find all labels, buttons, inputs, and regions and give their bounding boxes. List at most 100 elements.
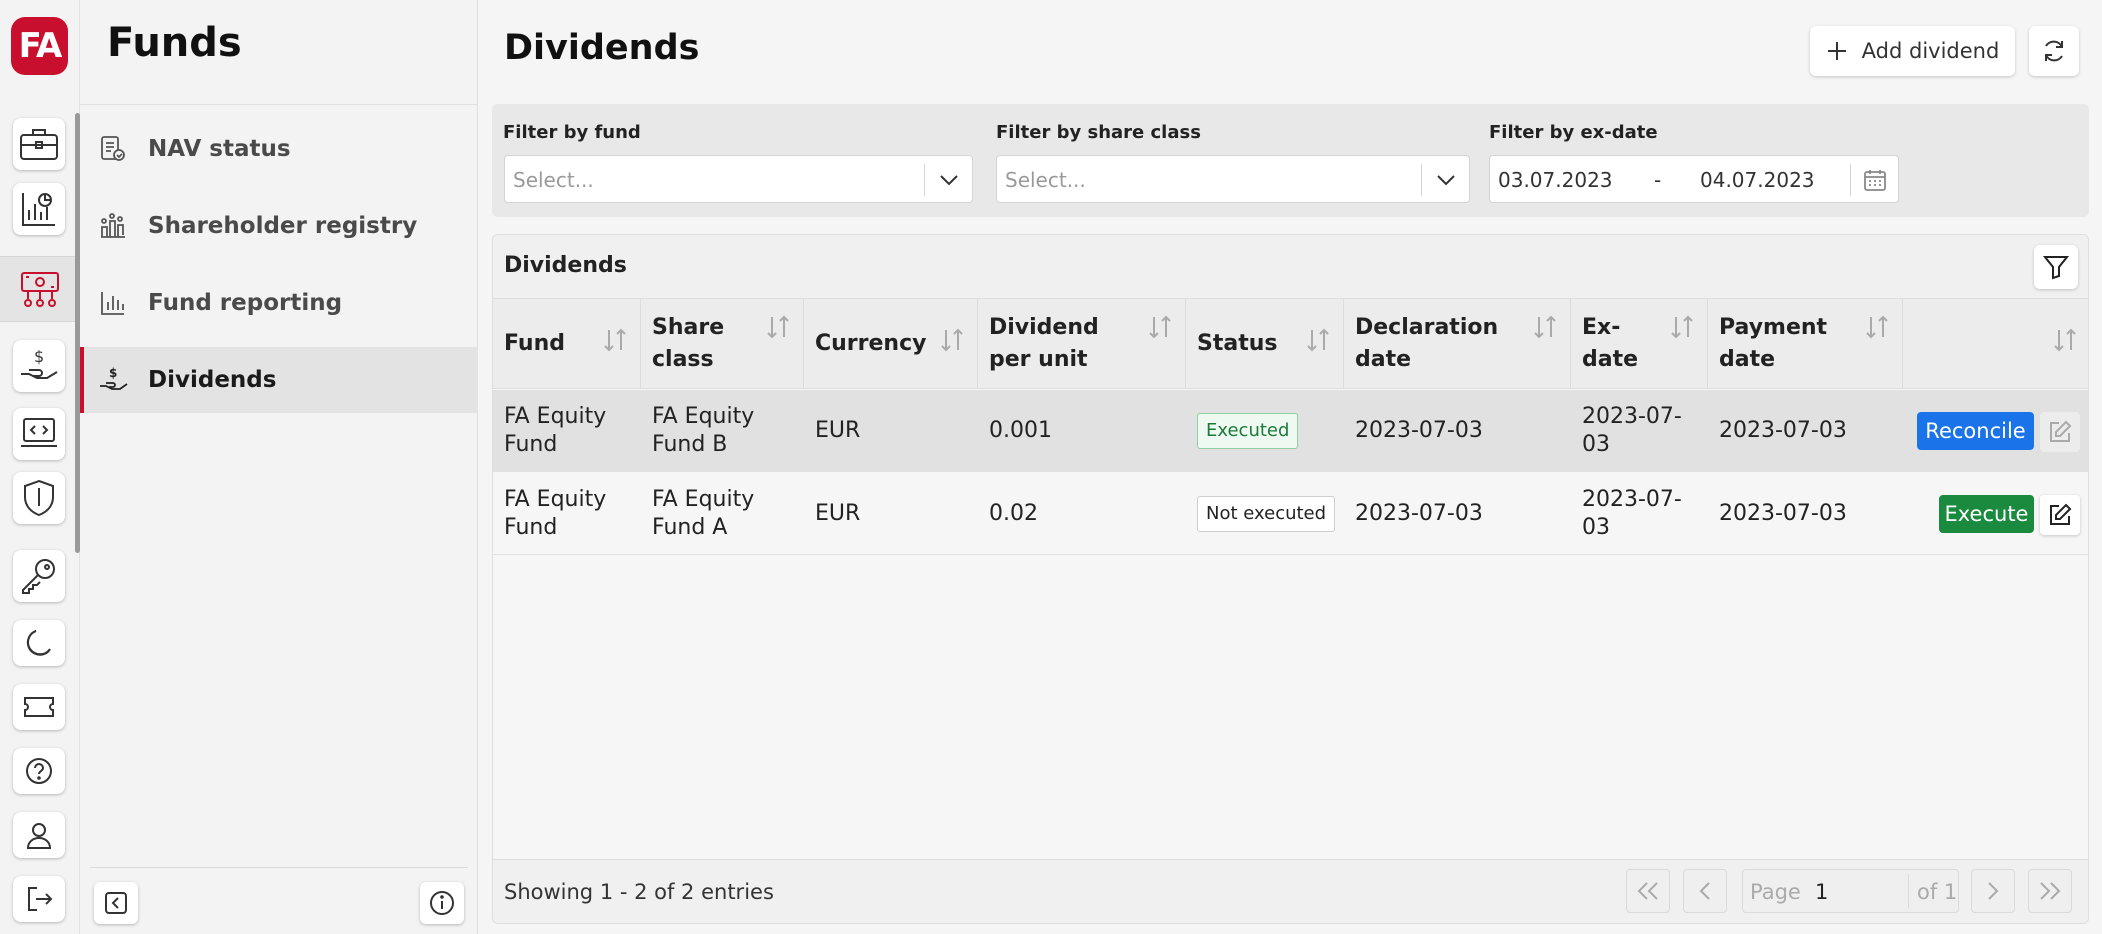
column-header-share-class[interactable]: Share class [641, 299, 804, 389]
sort-icon[interactable] [602, 328, 628, 362]
calendar-icon[interactable] [1850, 164, 1898, 196]
main-content: Dividends Add dividend Filter by fund Se… [478, 0, 2102, 934]
sort-icon[interactable] [765, 315, 791, 349]
edit-button[interactable] [2040, 412, 2080, 452]
share-class-filter-select[interactable]: Select... [996, 155, 1470, 203]
next-page-button[interactable] [1971, 869, 2015, 913]
cell-text: FA Equity [504, 404, 607, 429]
sort-icon[interactable] [939, 328, 965, 362]
cell-status: Not executed [1186, 473, 1344, 555]
sidebar-item-fund-reporting[interactable]: Fund reporting [80, 270, 478, 336]
entries-summary: Showing 1 - 2 of 2 entries [504, 880, 774, 904]
collapse-icon [105, 892, 127, 914]
cell-dividend-per-unit: 0.001 [989, 418, 1052, 443]
sort-icon[interactable] [2052, 328, 2078, 362]
execute-button[interactable]: Execute [1939, 495, 2034, 533]
first-page-button[interactable] [1626, 869, 1670, 913]
edit-icon [2050, 420, 2072, 442]
rail-profile-button[interactable] [13, 812, 65, 858]
rail-security-button[interactable] [13, 472, 65, 524]
column-header-actions[interactable] [1903, 299, 2088, 389]
add-dividend-button[interactable]: Add dividend [1810, 26, 2015, 76]
cell-text: Fund A [652, 515, 728, 540]
page-title: Dividends [504, 28, 700, 68]
refresh-icon [2045, 40, 2063, 62]
table-head: Fund Share class Currency Dividend per u… [493, 299, 2088, 389]
filter-icon [2043, 256, 2069, 280]
nav-status-icon [98, 134, 128, 164]
double-chevron-left-icon [1637, 882, 1658, 900]
edit-button[interactable] [2040, 495, 2080, 535]
rail-tickets-button[interactable] [13, 684, 65, 730]
sidebar-item-dividends[interactable]: $ Dividends [80, 347, 478, 413]
column-label: Status [1197, 331, 1278, 356]
ex-date-separator: - [1654, 168, 1662, 192]
chevron-down-icon[interactable] [924, 164, 972, 196]
column-header-dividend-per-unit[interactable]: Dividend per unit [978, 299, 1186, 389]
refresh-button[interactable] [2029, 26, 2079, 76]
column-header-ex-date[interactable]: Ex- date [1571, 299, 1708, 389]
sidebar-footer-divider [90, 867, 468, 868]
sidebar-item-shareholder-registry[interactable]: Shareholder registry [80, 193, 478, 259]
sort-icon[interactable] [1305, 328, 1331, 362]
column-header-fund[interactable]: Fund [493, 299, 641, 389]
table-filter-button[interactable] [2034, 245, 2078, 289]
previous-page-button[interactable] [1683, 869, 1727, 913]
cell-status: Executed [1186, 390, 1344, 472]
column-header-payment-date[interactable]: Payment date [1708, 299, 1903, 389]
rail-payments-button[interactable]: $ [13, 340, 65, 392]
cell-text: FA Equity [504, 487, 607, 512]
sort-icon[interactable] [1532, 315, 1558, 349]
fund-filter-select[interactable]: Select... [504, 155, 973, 203]
rail-theme-button[interactable] [13, 620, 65, 666]
cell-text: 2023-07- [1582, 404, 1682, 429]
ex-date-range-input[interactable]: 03.07.2023 - 04.07.2023 [1489, 155, 1899, 203]
sort-icon[interactable] [1669, 315, 1695, 349]
page-number-input[interactable]: 1 [1809, 874, 1909, 908]
rail-portfolio-button[interactable] [13, 118, 65, 170]
rail-funds-button[interactable] [0, 256, 80, 322]
cell-dividend-per-unit: 0.02 [989, 501, 1038, 526]
rail-analytics-button[interactable] [13, 183, 65, 235]
last-page-button[interactable] [2028, 869, 2072, 913]
cell-ex-date: 2023-07- 03 [1571, 473, 1708, 555]
rail-keys-button[interactable] [13, 550, 65, 602]
rail-help-button[interactable] [13, 748, 65, 794]
table-header-bar: Dividends [493, 235, 2088, 299]
ex-date-to[interactable]: 04.07.2023 [1700, 168, 1815, 192]
icon-rail: FA $ [0, 0, 80, 934]
cell-text: 03 [1582, 515, 1610, 540]
column-label: class [652, 347, 714, 372]
page-label: Page [1750, 880, 1801, 904]
info-button[interactable] [420, 882, 464, 924]
sidebar-item-label: Fund reporting [148, 290, 343, 316]
table-row[interactable]: FA Equity Fund FA Equity Fund A EUR 0.02… [493, 473, 2088, 555]
rail-logout-button[interactable] [13, 876, 65, 922]
ex-date-from[interactable]: 03.07.2023 [1498, 168, 1613, 192]
svg-text:$: $ [34, 347, 44, 366]
fund-filter-label: Filter by fund [503, 122, 641, 143]
logout-icon [28, 887, 53, 911]
collapse-sidebar-button[interactable] [94, 882, 138, 924]
status-badge: Not executed [1197, 496, 1336, 532]
app-logo[interactable]: FA [11, 17, 68, 75]
chevron-down-icon[interactable] [1421, 164, 1469, 196]
table-title: Dividends [504, 253, 627, 278]
column-label: Dividend [989, 315, 1099, 340]
cell-currency: EUR [815, 501, 861, 526]
column-header-currency[interactable]: Currency [804, 299, 978, 389]
sidebar-item-nav-status[interactable]: NAV status [80, 116, 478, 182]
column-header-declaration-date[interactable]: Declaration date [1344, 299, 1571, 389]
column-header-status[interactable]: Status [1186, 299, 1344, 389]
sort-icon[interactable] [1864, 315, 1890, 349]
cell-text: FA Equity [652, 487, 755, 512]
edit-icon [2050, 503, 2072, 525]
rail-dev-button[interactable] [13, 408, 65, 460]
sort-icon[interactable] [1147, 315, 1173, 349]
table-row[interactable]: FA Equity Fund FA Equity Fund B EUR 0.00… [493, 390, 2088, 472]
cell-text: Fund [504, 432, 558, 457]
briefcase-icon [20, 129, 58, 160]
hand-dollar-icon: $ [21, 347, 58, 379]
cell-declaration-date: 2023-07-03 [1355, 418, 1483, 443]
reconcile-button[interactable]: Reconcile [1917, 412, 2034, 450]
